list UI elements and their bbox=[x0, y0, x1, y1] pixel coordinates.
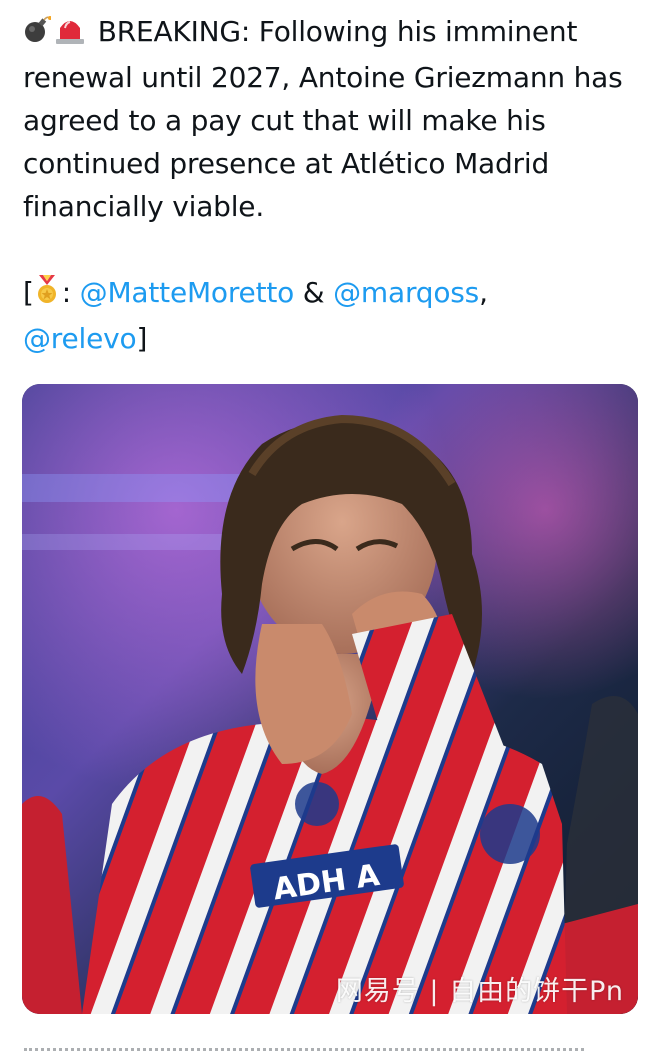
tweet-body-text: BREAKING: Following his imminent renewal… bbox=[23, 15, 623, 223]
bomb-icon bbox=[23, 13, 52, 56]
close-bracket: ] bbox=[136, 322, 148, 355]
ampersand: & bbox=[302, 276, 325, 309]
mention-relevo[interactable]: @relevo bbox=[23, 322, 137, 355]
player-photo-illustration: ADH A bbox=[22, 384, 638, 1014]
tweet: BREAKING: Following his imminent renewal… bbox=[0, 0, 660, 1056]
medal-icon bbox=[34, 274, 60, 317]
tweet-sources: [ : @MatteMoretto & @marqoss, @relevo] bbox=[23, 271, 643, 360]
sources-comma: , bbox=[479, 276, 488, 309]
tweet-photo[interactable]: ADH A 网易号 | 自由的饼干Pn bbox=[22, 384, 638, 1014]
open-bracket: [ bbox=[23, 276, 34, 309]
tweet-body: BREAKING: Following his imminent renewal… bbox=[23, 10, 643, 228]
mention-mattemoretto[interactable]: @MatteMoretto bbox=[80, 276, 295, 309]
mention-marqoss[interactable]: @marqoss bbox=[333, 276, 479, 309]
cut-off-next-line bbox=[24, 1036, 624, 1056]
siren-icon bbox=[53, 13, 87, 56]
sources-colon: : bbox=[61, 276, 71, 309]
watermark: 网易号 | 自由的饼干Pn bbox=[335, 976, 624, 1007]
tweet-text: BREAKING: Following his imminent renewal… bbox=[23, 10, 643, 360]
